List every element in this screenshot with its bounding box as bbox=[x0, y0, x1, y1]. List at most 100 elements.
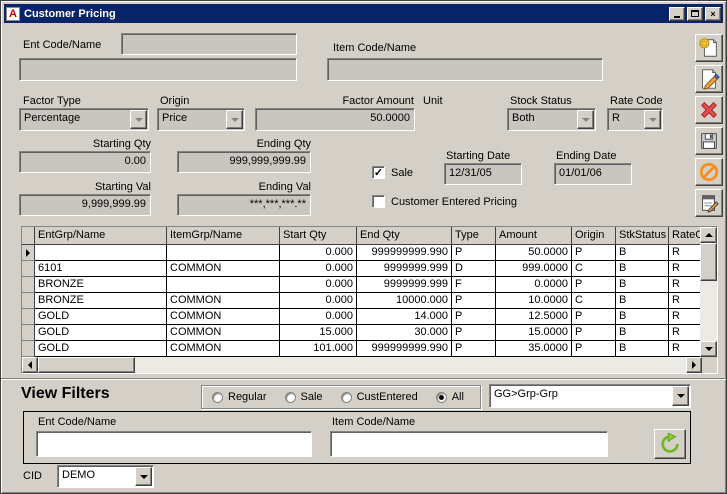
grid-horizontal-scrollbar[interactable] bbox=[22, 357, 702, 373]
table-cell[interactable]: GOLD bbox=[35, 325, 167, 341]
table-cell[interactable]: 10.0000 bbox=[496, 293, 572, 309]
table-cell[interactable]: B bbox=[616, 245, 669, 261]
column-header[interactable]: ItemGrp/Name bbox=[167, 227, 280, 245]
ent-code-input[interactable] bbox=[121, 33, 297, 55]
table-cell[interactable]: BRONZE bbox=[35, 277, 167, 293]
table-cell[interactable]: COMMON bbox=[167, 341, 280, 357]
table-cell[interactable]: 0.0000 bbox=[496, 277, 572, 293]
scroll-left-button[interactable] bbox=[22, 357, 38, 373]
column-header[interactable]: Amount bbox=[496, 227, 572, 245]
table-cell[interactable] bbox=[167, 277, 280, 293]
scroll-up-button[interactable] bbox=[700, 227, 717, 243]
column-header[interactable]: EntGrp/Name bbox=[35, 227, 167, 245]
save-record-button[interactable] bbox=[695, 127, 723, 155]
ending-val-input[interactable]: ***,***,***.** bbox=[177, 194, 311, 216]
table-row[interactable]: GOLDCOMMON101.000999999999.990P35.0000PB… bbox=[22, 341, 702, 357]
row-selector-cell[interactable] bbox=[22, 293, 35, 309]
vertical-scroll-thumb[interactable] bbox=[700, 243, 717, 281]
scroll-right-button[interactable] bbox=[686, 357, 702, 373]
radio-sale[interactable]: Sale bbox=[285, 391, 323, 403]
maximize-button[interactable] bbox=[687, 7, 703, 21]
table-cell[interactable]: 6101 bbox=[35, 261, 167, 277]
chevron-down-icon[interactable] bbox=[135, 467, 152, 486]
radio-regular[interactable]: Regular bbox=[212, 391, 267, 403]
minimize-button[interactable] bbox=[669, 7, 685, 21]
table-cell[interactable]: P bbox=[572, 277, 616, 293]
customer-entered-pricing-checkbox[interactable]: ✓ Customer Entered Pricing bbox=[372, 195, 517, 208]
table-cell[interactable]: P bbox=[452, 293, 496, 309]
starting-val-input[interactable]: 9,999,999.99 bbox=[19, 194, 151, 216]
radio-custentered[interactable]: CustEntered bbox=[341, 391, 418, 403]
row-selector-header[interactable] bbox=[22, 227, 35, 245]
item-code-input[interactable] bbox=[327, 58, 603, 81]
table-cell[interactable]: B bbox=[616, 293, 669, 309]
row-selector-cell[interactable] bbox=[22, 309, 35, 325]
table-cell[interactable]: P bbox=[572, 309, 616, 325]
table-row[interactable]: 0.000999999999.990P50.0000PBR bbox=[22, 245, 702, 261]
table-cell[interactable]: 0.000 bbox=[280, 245, 357, 261]
table-cell[interactable]: 35.0000 bbox=[496, 341, 572, 357]
table-cell[interactable]: GOLD bbox=[35, 309, 167, 325]
ent-name-display[interactable] bbox=[19, 58, 297, 81]
table-cell[interactable]: P bbox=[452, 309, 496, 325]
column-header[interactable]: StkStatus bbox=[616, 227, 669, 245]
table-cell[interactable]: 0.000 bbox=[280, 261, 357, 277]
table-cell[interactable]: 12.5000 bbox=[496, 309, 572, 325]
starting-date-input[interactable]: 12/31/05 bbox=[444, 163, 522, 185]
table-cell[interactable]: D bbox=[452, 261, 496, 277]
rate-code-combo[interactable]: R bbox=[607, 108, 663, 131]
table-cell[interactable]: B bbox=[616, 277, 669, 293]
table-cell[interactable]: COMMON bbox=[167, 309, 280, 325]
table-cell[interactable]: R bbox=[669, 277, 702, 293]
chevron-down-icon[interactable] bbox=[644, 110, 661, 129]
table-cell[interactable]: R bbox=[669, 309, 702, 325]
table-cell[interactable]: 0.000 bbox=[280, 277, 357, 293]
stock-status-combo[interactable]: Both bbox=[507, 108, 596, 131]
column-header[interactable]: Origin bbox=[572, 227, 616, 245]
table-cell[interactable]: 15.000 bbox=[280, 325, 357, 341]
table-cell[interactable]: 10000.000 bbox=[357, 293, 452, 309]
table-cell[interactable]: COMMON bbox=[167, 261, 280, 277]
table-row[interactable]: BRONZECOMMON0.00010000.000P10.0000CBR bbox=[22, 293, 702, 309]
table-cell[interactable] bbox=[35, 245, 167, 261]
grid-vertical-scrollbar[interactable] bbox=[700, 227, 717, 357]
table-cell[interactable]: 101.000 bbox=[280, 341, 357, 357]
table-cell[interactable]: B bbox=[616, 309, 669, 325]
table-cell[interactable]: 0.000 bbox=[280, 309, 357, 325]
row-selector-cell[interactable] bbox=[22, 261, 35, 277]
table-cell[interactable]: P bbox=[572, 245, 616, 261]
chevron-down-icon[interactable] bbox=[130, 110, 147, 129]
radio-all[interactable]: All bbox=[436, 391, 464, 403]
ending-qty-input[interactable]: 999,999,999.99 bbox=[177, 151, 311, 173]
delete-record-button[interactable] bbox=[695, 96, 723, 124]
chevron-down-icon[interactable] bbox=[226, 110, 243, 129]
title-bar[interactable]: A Customer Pricing × bbox=[4, 4, 723, 23]
table-cell[interactable] bbox=[167, 245, 280, 261]
table-row[interactable]: BRONZE0.0009999999.999F0.0000PBR bbox=[22, 277, 702, 293]
chevron-down-icon[interactable] bbox=[672, 386, 689, 406]
filter-item-code-input[interactable] bbox=[330, 431, 608, 457]
ending-date-input[interactable]: 01/01/06 bbox=[554, 163, 632, 185]
table-cell[interactable]: 999999999.990 bbox=[357, 341, 452, 357]
table-cell[interactable]: 9999999.999 bbox=[357, 261, 452, 277]
table-row[interactable]: GOLDCOMMON15.00030.000P15.0000PBR bbox=[22, 325, 702, 341]
table-cell[interactable]: 30.000 bbox=[357, 325, 452, 341]
table-cell[interactable]: B bbox=[616, 341, 669, 357]
table-cell[interactable]: R bbox=[669, 341, 702, 357]
table-cell[interactable]: R bbox=[669, 293, 702, 309]
table-row[interactable]: 6101COMMON0.0009999999.999D999.0000CBR bbox=[22, 261, 702, 277]
column-header[interactable]: Type bbox=[452, 227, 496, 245]
table-cell[interactable]: C bbox=[572, 261, 616, 277]
horizontal-scroll-thumb[interactable] bbox=[38, 357, 135, 373]
table-cell[interactable]: GOLD bbox=[35, 341, 167, 357]
table-cell[interactable]: 999.0000 bbox=[496, 261, 572, 277]
cancel-button[interactable] bbox=[695, 158, 723, 186]
table-cell[interactable]: COMMON bbox=[167, 325, 280, 341]
factor-type-combo[interactable]: Percentage bbox=[19, 108, 149, 131]
table-cell[interactable]: B bbox=[616, 261, 669, 277]
table-cell[interactable]: B bbox=[616, 325, 669, 341]
sale-checkbox[interactable]: ✓ Sale bbox=[372, 166, 413, 179]
table-cell[interactable]: R bbox=[669, 325, 702, 341]
table-cell[interactable]: P bbox=[572, 341, 616, 357]
table-cell[interactable]: C bbox=[572, 293, 616, 309]
